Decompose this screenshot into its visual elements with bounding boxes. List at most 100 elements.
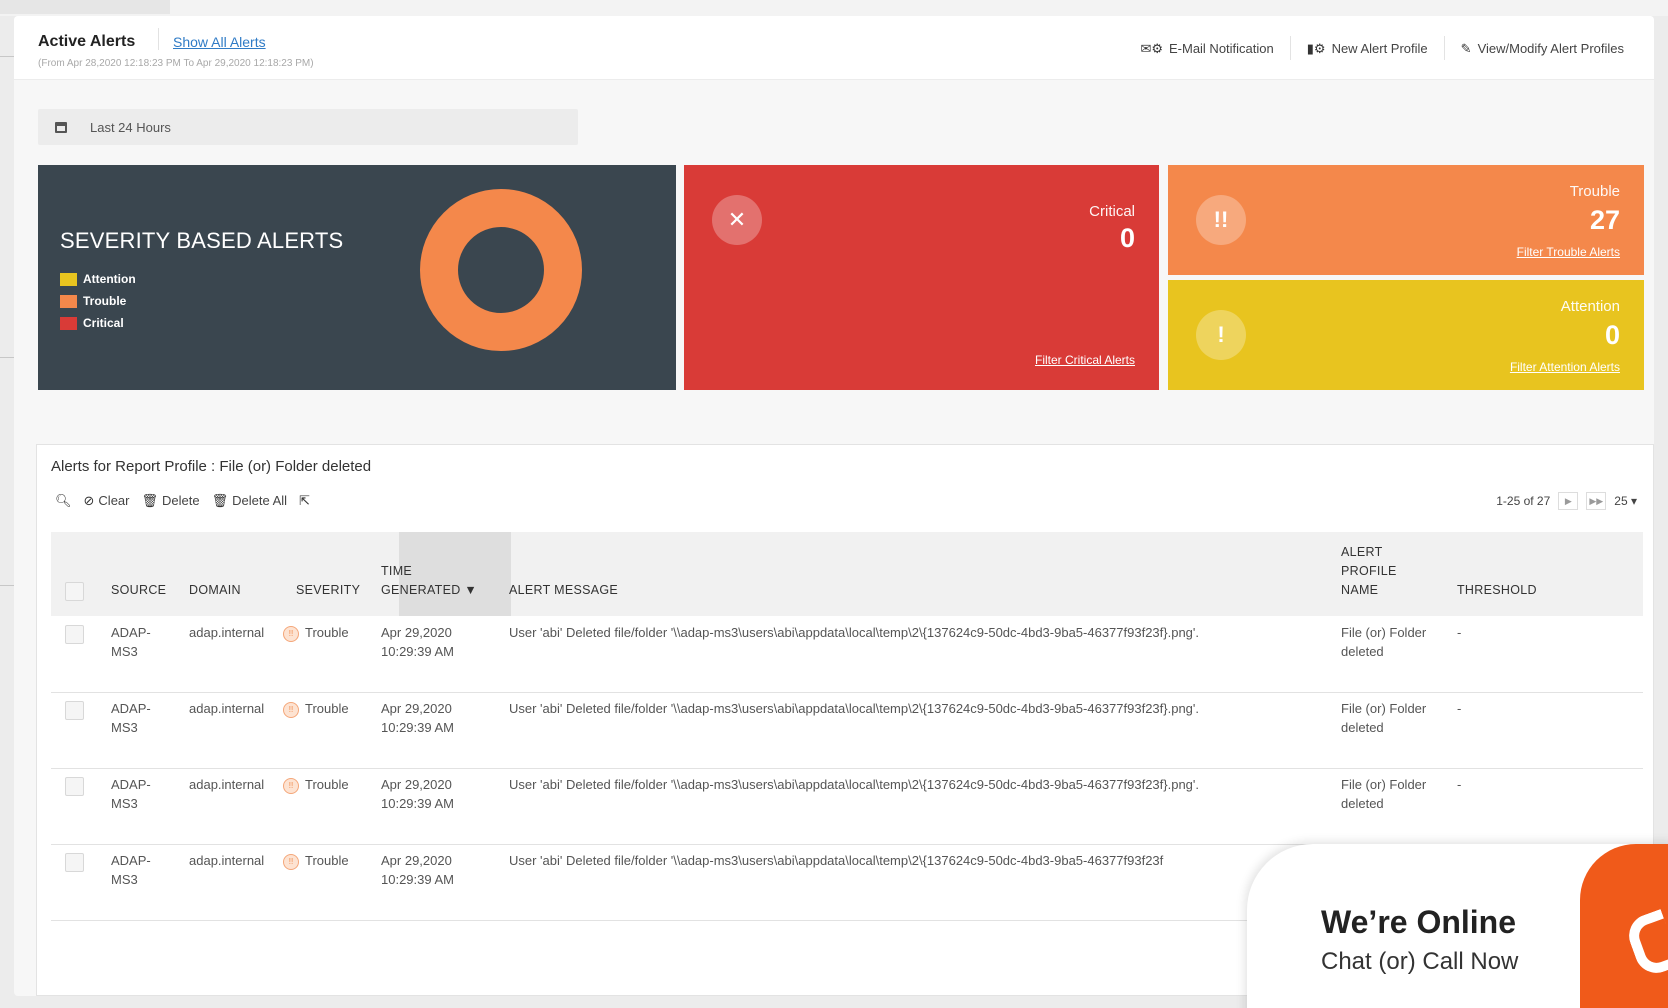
column-header-severity[interactable]: SEVERITY <box>296 581 360 600</box>
chat-subline: Chat (or) Call Now <box>1321 948 1519 975</box>
clear-icon: ⊘ <box>83 493 95 508</box>
severity-label: Trouble <box>305 777 349 792</box>
next-page-button[interactable]: ▶ <box>1558 492 1579 510</box>
row-checkbox[interactable] <box>65 777 84 796</box>
row-checkbox[interactable] <box>65 625 84 644</box>
trouble-card: !! Trouble 27 Filter Trouble Alerts <box>1168 165 1644 275</box>
threshold-cell: - <box>1457 701 1462 716</box>
legend-label: Trouble <box>83 294 127 308</box>
source-cell: ADAP- MS3 <box>111 851 151 889</box>
filter-critical-alerts-link[interactable]: Filter Critical Alerts <box>1035 353 1135 367</box>
source-line: MS3 <box>111 872 138 887</box>
page-size-select[interactable]: 25 ▾ <box>1614 494 1637 508</box>
alert-profile-cell[interactable]: File (or) Folder deleted <box>1341 775 1426 813</box>
time-line: 10:29:39 AM <box>381 644 454 659</box>
export-button[interactable]: ⇱ <box>299 494 310 507</box>
source-cell: ADAP- MS3 <box>111 623 151 661</box>
header-line: TIME <box>381 564 413 578</box>
alert-message-cell: User 'abi' Deleted file/folder '\\adap-m… <box>509 625 1199 640</box>
page-size-value: 25 <box>1614 494 1628 508</box>
time-line: 10:29:39 AM <box>381 796 454 811</box>
filter-attention-alerts-link[interactable]: Filter Attention Alerts <box>1510 360 1620 374</box>
side-divider <box>0 585 14 586</box>
profile-line: File (or) Folder <box>1341 777 1427 792</box>
alert-profile-icon: ▮⚙ <box>1306 40 1326 56</box>
next-icon: ▶ <box>1564 495 1572 506</box>
attention-count: 0 <box>1604 320 1620 350</box>
source-line: ADAP- <box>111 777 151 792</box>
alert-profile-cell[interactable]: File (or) Folder deleted <box>1341 699 1426 737</box>
new-alert-profile-button[interactable]: ▮⚙ New Alert Profile <box>1289 36 1444 60</box>
header-line: PROFILE <box>1341 564 1397 578</box>
call-now-button[interactable] <box>1580 844 1668 1008</box>
critical-card: ✕ Critical 0 Filter Critical Alerts <box>684 165 1159 390</box>
delete-button[interactable]: 🗑︎ Delete <box>142 493 200 508</box>
table-toolbar: 🔍︎ ⊘ Clear 🗑︎ Delete 🗑︎ Delete All ⇱ <box>55 493 322 508</box>
last-page-button[interactable]: ▶▶ <box>1586 492 1607 510</box>
column-header-time-generated[interactable]: TIME GENERATED ▼ <box>381 562 477 600</box>
alert-message-cell: User 'abi' Deleted file/folder '\\adap-m… <box>509 701 1199 716</box>
search-button[interactable]: 🔍︎ <box>55 494 72 507</box>
time-cell: Apr 29,2020 10:29:39 AM <box>381 775 454 813</box>
phone-icon <box>1622 908 1668 980</box>
alert-profile-cell[interactable]: File (or) Folder deleted <box>1341 623 1426 661</box>
trouble-severity-icon: !! <box>283 625 299 642</box>
time-cell: Apr 29,2020 10:29:39 AM <box>381 623 454 661</box>
legend-label: Attention <box>83 272 136 286</box>
column-header-threshold[interactable]: THRESHOLD <box>1457 581 1537 600</box>
time-line: Apr 29,2020 <box>381 777 452 792</box>
column-header-source[interactable]: SOURCE <box>111 581 166 600</box>
profile-line: deleted <box>1341 644 1384 659</box>
severity-cell: !! Trouble <box>283 775 349 794</box>
trash-icon: 🗑︎ <box>141 493 159 508</box>
tab-shadow <box>0 0 170 14</box>
domain-cell: adap.internal <box>189 777 265 792</box>
profile-line: deleted <box>1341 720 1384 735</box>
column-header-alert-message[interactable]: ALERT MESSAGE <box>509 581 618 600</box>
calendar-icon <box>54 120 70 134</box>
legend-swatch-critical <box>60 316 77 330</box>
pencil-icon: ✎ <box>1460 40 1472 56</box>
filter-trouble-alerts-link[interactable]: Filter Trouble Alerts <box>1517 245 1620 259</box>
view-modify-alert-profiles-button[interactable]: ✎ View/Modify Alert Profiles <box>1443 36 1640 60</box>
time-line: Apr 29,2020 <box>381 625 452 640</box>
header-line: NAME <box>1341 583 1379 597</box>
critical-label: Critical <box>1089 203 1135 220</box>
severity-label: Trouble <box>305 853 349 868</box>
profile-line: File (or) Folder <box>1341 701 1427 716</box>
table-row[interactable]: ADAP- MS3 adap.internal !! Trouble Apr 29,… <box>51 769 1643 845</box>
row-checkbox[interactable] <box>65 701 84 720</box>
severity-donut-chart[interactable] <box>416 185 586 355</box>
threshold-cell: - <box>1457 625 1462 640</box>
time-line: Apr 29,2020 <box>381 701 452 716</box>
trouble-label: Trouble <box>1569 183 1620 200</box>
source-cell: ADAP- MS3 <box>111 699 151 737</box>
new-alert-profile-label: New Alert Profile <box>1331 40 1428 56</box>
table-title: Alerts for Report Profile : File (or) Fo… <box>51 458 372 475</box>
legend-label: Critical <box>83 316 124 330</box>
sort-desc-icon: ▼ <box>460 583 478 597</box>
period-selector[interactable]: Last 24 Hours <box>38 109 578 145</box>
column-header-alert-profile-name[interactable]: ALERT PROFILE NAME <box>1341 543 1397 600</box>
email-notification-button[interactable]: ✉⚙ E-Mail Notification <box>1124 36 1289 60</box>
show-all-alerts-link[interactable]: Show All Alerts <box>173 34 266 50</box>
source-cell: ADAP- MS3 <box>111 775 151 813</box>
severity-cell: !! Trouble <box>283 623 349 642</box>
critical-count: 0 <box>1119 223 1135 253</box>
clear-button[interactable]: ⊘ Clear <box>84 493 130 508</box>
column-header-domain[interactable]: DOMAIN <box>189 581 241 600</box>
select-all-checkbox[interactable] <box>65 582 84 601</box>
table-row[interactable]: ADAP- MS3 adap.internal !! Trouble Apr 29,… <box>51 693 1643 769</box>
period-label: Last 24 Hours <box>90 119 171 135</box>
delete-all-button[interactable]: 🗑︎ Delete All <box>212 493 287 508</box>
severity-label: Trouble <box>305 625 349 640</box>
row-checkbox[interactable] <box>65 853 84 872</box>
legend-swatch-trouble <box>60 294 77 308</box>
table-row[interactable]: ADAP- MS3 adap.internal !! Trouble Apr 29,… <box>51 617 1643 693</box>
legend-item-trouble: Trouble <box>60 290 136 312</box>
header-line: GENERATED <box>381 583 461 597</box>
date-range-text: (From Apr 28,2020 12:18:23 PM To Apr 29,… <box>38 58 314 69</box>
exclamation-icon: ! <box>1196 310 1246 360</box>
attention-card: ! Attention 0 Filter Attention Alerts <box>1168 280 1644 390</box>
donut-segment-trouble[interactable] <box>420 189 582 351</box>
